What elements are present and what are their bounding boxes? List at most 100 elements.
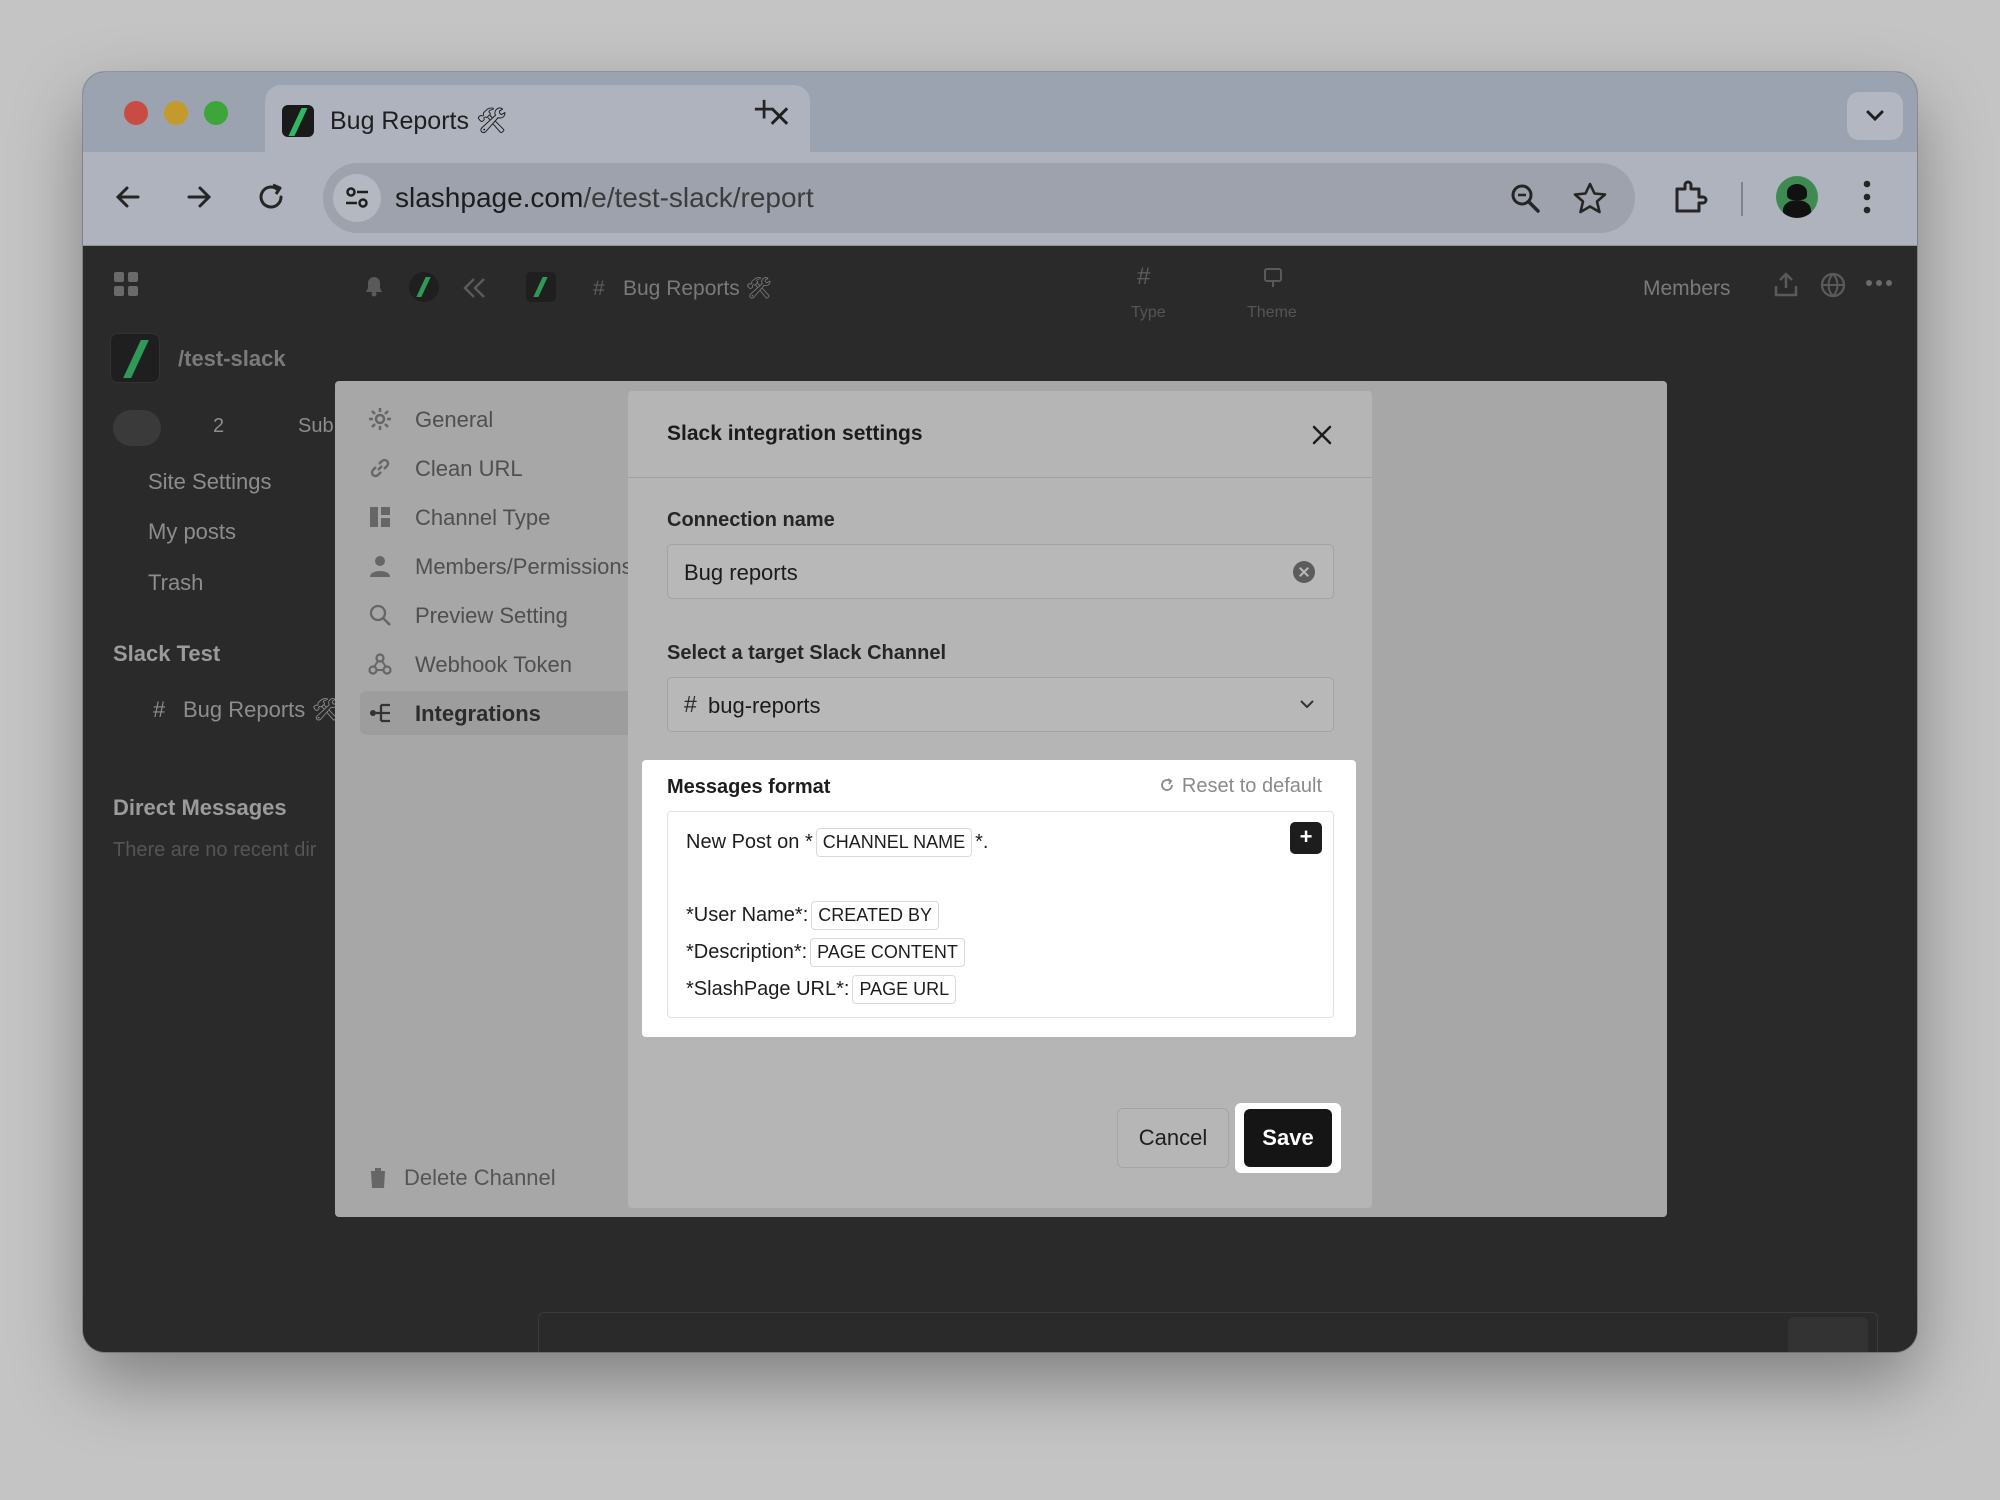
member-avatars[interactable] — [113, 410, 161, 446]
connection-name-field[interactable]: Bug reports — [667, 544, 1334, 599]
zoom-icon[interactable] — [1509, 182, 1541, 214]
chevron-down-icon — [1866, 110, 1884, 122]
reset-to-default-button[interactable]: Reset to default — [1161, 775, 1322, 798]
variable-chip[interactable]: CREATED BY — [811, 901, 939, 930]
settings-nav-preview-setting[interactable]: Preview Setting — [360, 593, 640, 637]
channel-logo — [526, 272, 556, 302]
target-channel-select[interactable]: # bug-reports — [667, 677, 1334, 732]
toolbar-divider — [1741, 182, 1743, 216]
url-host: slashpage.com — [395, 182, 584, 213]
reset-label: Reset to default — [1181, 775, 1322, 797]
tab-search-button[interactable] — [1847, 92, 1903, 140]
share-icon[interactable] — [1773, 272, 1799, 298]
theme-icon — [1264, 268, 1282, 287]
template-line: New Post on * CHANNEL NAME *. — [686, 828, 988, 857]
settings-nav-channel-type[interactable]: Channel Type — [360, 495, 640, 539]
dm-empty-text: There are no recent dir — [113, 839, 317, 861]
settings-nav-integrations[interactable]: Integrations — [360, 691, 640, 735]
theme-label[interactable]: Theme — [1247, 304, 1297, 322]
apps-grid-icon[interactable] — [113, 271, 139, 297]
variable-chip[interactable]: CHANNEL NAME — [815, 828, 973, 857]
bookmark-star-icon[interactable] — [1573, 182, 1607, 214]
messages-format-section: Messages format Reset to default + New P… — [642, 760, 1356, 1037]
variable-chip[interactable]: PAGE URL — [852, 975, 957, 1004]
settings-nav-general[interactable]: General — [360, 397, 640, 441]
settings-nav-label: Members/Permissions — [415, 554, 633, 579]
close-window-button[interactable] — [124, 101, 148, 125]
members-dropdown[interactable]: Members — [1643, 277, 1731, 301]
settings-nav-label: General — [415, 407, 494, 432]
webhook-icon — [368, 653, 392, 675]
modal-divider — [628, 477, 1372, 478]
connection-name-label: Connection name — [667, 509, 835, 531]
trash-icon — [369, 1168, 387, 1188]
navigation-bar: slashpage.com/e/test-slack/report — [83, 152, 1917, 246]
more-vertical-icon[interactable] — [1862, 179, 1872, 215]
close-icon[interactable] — [1311, 424, 1333, 446]
direct-messages-title: Direct Messages — [113, 795, 287, 820]
sidebar-channel-hash: # — [153, 697, 166, 722]
workspace-name[interactable]: /test-slack — [178, 346, 286, 372]
maximize-window-button[interactable] — [204, 101, 228, 125]
settings-nav-label: Channel Type — [415, 505, 551, 530]
delete-channel-label: Delete Channel — [404, 1165, 556, 1190]
settings-nav-members-permissions[interactable]: Members/Permissions — [360, 544, 640, 588]
target-channel-value: bug-reports — [708, 693, 821, 718]
sidebar-item-site-settings[interactable]: Site Settings — [148, 469, 272, 495]
template-text: *Description*: — [686, 941, 808, 963]
insert-variable-button[interactable]: + — [1290, 822, 1322, 854]
forward-arrow-icon[interactable] — [183, 181, 215, 213]
site-info-button[interactable] — [333, 174, 381, 222]
address-bar[interactable]: slashpage.com/e/test-slack/report — [323, 163, 1635, 233]
magnifier-icon — [369, 604, 391, 626]
minimize-window-button[interactable] — [164, 101, 188, 125]
more-horizontal-icon[interactable] — [1865, 279, 1893, 287]
message-template-editor[interactable]: + New Post on * CHANNEL NAME *. *User Name… — [667, 811, 1334, 1018]
template-text: *. — [975, 831, 989, 853]
sidebar-section-title: Slack Test — [113, 641, 221, 666]
messages-format-title: Messages format — [667, 776, 831, 798]
send-button[interactable] — [1788, 1317, 1868, 1352]
workspace-logo[interactable] — [110, 333, 160, 383]
type-label[interactable]: Type — [1131, 304, 1166, 322]
clear-input-icon[interactable] — [1293, 561, 1315, 583]
slashpage-favicon-icon — [282, 105, 314, 137]
collapse-sidebar-icon[interactable] — [463, 277, 487, 299]
globe-icon[interactable] — [1820, 272, 1846, 298]
settings-nav-clean-url[interactable]: Clean URL — [360, 446, 640, 490]
integrations-icon — [370, 703, 390, 723]
extensions-icon[interactable] — [1672, 179, 1708, 215]
bell-icon[interactable] — [361, 272, 387, 298]
channel-hash-icon: # — [684, 691, 697, 717]
back-arrow-icon[interactable] — [112, 181, 144, 213]
subscribe-button[interactable]: Sub — [298, 415, 334, 438]
variable-chip[interactable]: PAGE CONTENT — [810, 938, 965, 967]
settings-nav-label: Webhook Token — [415, 652, 572, 677]
tune-icon — [346, 187, 368, 208]
settings-nav-label: Integrations — [415, 701, 541, 726]
template-line: *Description*: PAGE CONTENT — [686, 938, 968, 967]
template-text: *SlashPage URL*: — [686, 978, 850, 1000]
composer-box[interactable] — [538, 1312, 1878, 1352]
link-icon — [370, 458, 390, 478]
settings-nav-webhook-token[interactable]: Webhook Token — [360, 642, 640, 686]
hash-icon: # — [593, 277, 605, 300]
sidebar-item-my-posts[interactable]: My posts — [148, 519, 236, 545]
profile-avatar[interactable] — [1776, 176, 1818, 218]
tab-title: Bug Reports 🛠 — [330, 107, 508, 135]
browser-window: Bug Reports 🛠 ✕ + slashpage.com/e/test-s… — [83, 72, 1917, 1352]
save-button[interactable]: Save — [1244, 1109, 1332, 1167]
sidebar-channel-item[interactable]: Bug Reports 🛠 — [183, 697, 339, 723]
cancel-button[interactable]: Cancel — [1117, 1108, 1229, 1168]
template-line: *User Name*: CREATED BY — [686, 901, 942, 930]
template-text: New Post on * — [686, 831, 813, 853]
url-path: /e/test-slack/report — [583, 182, 814, 213]
browser-tab[interactable]: Bug Reports 🛠 ✕ — [265, 85, 810, 153]
connection-name-value: Bug reports — [684, 560, 798, 585]
modal-title: Slack integration settings — [667, 422, 923, 445]
workspace-logo-small[interactable] — [409, 272, 439, 302]
sidebar-item-trash[interactable]: Trash — [148, 570, 203, 596]
settings-nav-label: Clean URL — [415, 456, 523, 481]
new-tab-button[interactable]: + — [753, 89, 775, 132]
reload-icon[interactable] — [255, 181, 287, 213]
